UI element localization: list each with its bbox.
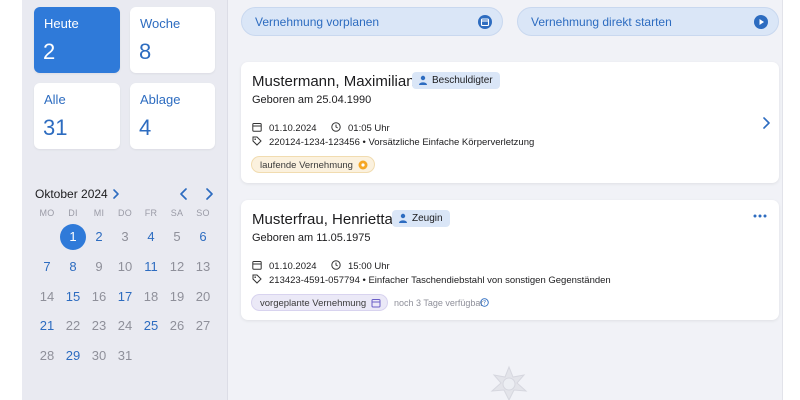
person-icon bbox=[419, 75, 427, 85]
calendar-day[interactable]: 27 bbox=[190, 313, 216, 339]
appointment-row: 01.10.2024 15:00 Uhr bbox=[252, 260, 552, 272]
case-reference-row: 213423-4591-057794 • Einfacher Taschendi… bbox=[252, 274, 732, 286]
role-badge: Beschuldigter bbox=[412, 72, 500, 89]
case-card[interactable]: Musterfrau, Henrietta Zeugin Geboren am … bbox=[241, 200, 779, 320]
calendar-day[interactable]: 2 bbox=[86, 224, 112, 250]
calendar-day[interactable]: 29 bbox=[60, 343, 86, 369]
calendar-icon bbox=[371, 299, 381, 308]
calendar-day[interactable]: 10 bbox=[112, 254, 138, 280]
calendar-day[interactable]: 8 bbox=[60, 254, 86, 280]
calendar-icon bbox=[252, 123, 262, 132]
status-badge: laufende Vernehmung bbox=[251, 156, 375, 173]
calendar-day[interactable]: 5 bbox=[164, 224, 190, 250]
calendar-day[interactable]: 12 bbox=[164, 254, 190, 280]
start-interrogation-button[interactable]: Vernehmung direkt starten bbox=[517, 7, 779, 36]
appointment-time: 01:05 Uhr bbox=[348, 123, 390, 134]
person-name: Musterfrau, Henrietta bbox=[252, 211, 393, 228]
right-edge-panel bbox=[782, 0, 800, 400]
calendar-day-grid: 1 2 3 4 5 6 7 8 9 10 11 12 13 14 15 16 17 18 19 20 21 22 23 24 2… bbox=[34, 0, 216, 400]
left-edge-panel bbox=[0, 0, 22, 400]
birth-date: Geboren am 11.05.1975 bbox=[252, 232, 371, 244]
appointment-time: 15:00 Uhr bbox=[348, 261, 390, 272]
status-badge: vorgeplante Vernehmung bbox=[251, 294, 389, 311]
role-label: Zeugin bbox=[412, 213, 443, 224]
availability-note: noch 3 Tage verfügbar bbox=[394, 298, 484, 308]
calendar-day[interactable]: 18 bbox=[138, 284, 164, 310]
play-icon bbox=[754, 15, 768, 29]
start-interrogation-label: Vernehmung direkt starten bbox=[531, 15, 672, 29]
role-label: Beschuldigter bbox=[432, 75, 493, 86]
chevron-right-icon[interactable] bbox=[761, 116, 771, 130]
calendar-day[interactable]: 13 bbox=[190, 254, 216, 280]
calendar-day[interactable]: 20 bbox=[190, 284, 216, 310]
appointment-date: 01.10.2024 bbox=[269, 123, 317, 134]
appointment-row: 01.10.2024 01:05 Uhr bbox=[252, 122, 552, 134]
case-reference-row: 220124-1234-123456 • Vorsätzliche Einfac… bbox=[252, 136, 672, 148]
calendar-day[interactable]: 7 bbox=[34, 254, 60, 280]
calendar-day[interactable]: 9 bbox=[86, 254, 112, 280]
calendar-day[interactable]: 22 bbox=[60, 313, 86, 339]
clock-icon bbox=[331, 260, 341, 270]
calendar-icon bbox=[478, 15, 492, 29]
calendar-day[interactable]: 28 bbox=[34, 343, 60, 369]
calendar-day-selected[interactable]: 1 bbox=[60, 224, 86, 250]
case-card[interactable]: Mustermann, Maximilian Beschuldigter Geb… bbox=[241, 62, 779, 183]
person-name: Mustermann, Maximilian bbox=[252, 73, 415, 90]
case-reference: 220124-1234-123456 • Vorsätzliche Einfac… bbox=[269, 137, 535, 148]
calendar-day[interactable]: 30 bbox=[86, 343, 112, 369]
plan-interrogation-label: Vernehmung vorplanen bbox=[255, 15, 380, 29]
birth-date: Geboren am 25.04.1990 bbox=[252, 94, 372, 106]
calendar-day[interactable]: 4 bbox=[138, 224, 164, 250]
svg-text:?: ? bbox=[483, 301, 486, 307]
person-icon bbox=[399, 213, 407, 223]
status-label: laufende Vernehmung bbox=[260, 160, 353, 171]
calendar-day[interactable]: 25 bbox=[138, 313, 164, 339]
calendar-day[interactable]: 14 bbox=[34, 284, 60, 310]
calendar-day[interactable]: 3 bbox=[112, 224, 138, 250]
more-options-icon[interactable] bbox=[753, 214, 767, 218]
tag-icon bbox=[252, 136, 262, 146]
status-dot-icon bbox=[358, 160, 368, 170]
calendar-icon bbox=[252, 261, 262, 270]
calendar-day[interactable]: 16 bbox=[86, 284, 112, 310]
calendar-day[interactable]: 15 bbox=[60, 284, 86, 310]
case-reference: 213423-4591-057794 • Einfacher Taschendi… bbox=[269, 275, 611, 286]
status-label: vorgeplante Vernehmung bbox=[260, 298, 367, 309]
calendar-day[interactable]: 19 bbox=[164, 284, 190, 310]
emblem-watermark-icon bbox=[490, 365, 528, 400]
calendar-day[interactable]: 23 bbox=[86, 313, 112, 339]
tag-icon bbox=[252, 274, 262, 284]
calendar-day[interactable]: 31 bbox=[112, 343, 138, 369]
plan-interrogation-button[interactable]: Vernehmung vorplanen bbox=[241, 7, 503, 36]
help-icon[interactable]: ? bbox=[480, 298, 489, 307]
clock-icon bbox=[331, 122, 341, 132]
calendar-day[interactable]: 17 bbox=[112, 284, 138, 310]
calendar-day[interactable]: 26 bbox=[164, 313, 190, 339]
calendar-day[interactable]: 11 bbox=[138, 254, 164, 280]
calendar-day[interactable]: 24 bbox=[112, 313, 138, 339]
calendar-day[interactable]: 21 bbox=[34, 313, 60, 339]
role-badge: Zeugin bbox=[392, 210, 450, 227]
calendar-day[interactable]: 6 bbox=[190, 224, 216, 250]
appointment-date: 01.10.2024 bbox=[269, 261, 317, 272]
